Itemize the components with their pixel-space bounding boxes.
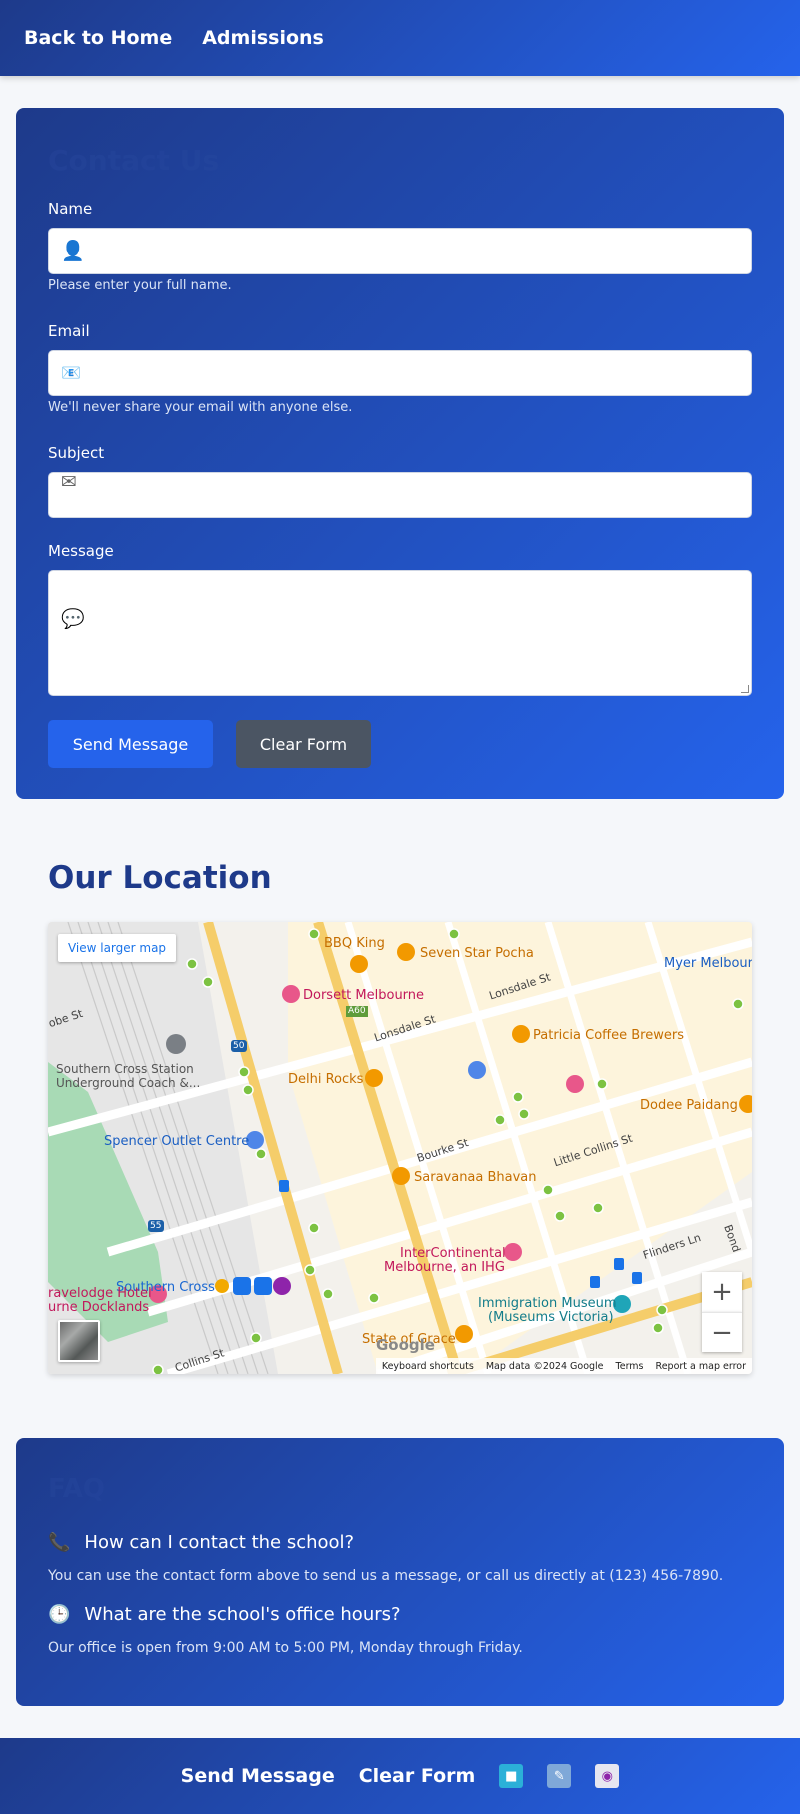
email-help: We'll never share your email with anyone…: [48, 400, 353, 415]
name-input[interactable]: [93, 229, 743, 273]
place-spencer-outlet[interactable]: Spencer Outlet Centre: [104, 1134, 249, 1149]
email-label: Email: [48, 322, 90, 340]
subject-field-wrapper: ✉: [48, 471, 752, 518]
place-immigration-museum-2[interactable]: (Museums Victoria): [488, 1310, 614, 1325]
message-field-wrapper: 💬: [48, 570, 752, 696]
location-map[interactable]: A60 50 55 BBQ King Seven Star Pocha Dors…: [48, 922, 752, 1374]
faq-title: FAQ: [48, 1474, 106, 1504]
subject-label: Subject: [48, 444, 105, 462]
footer-clear-form-link[interactable]: Clear Form: [359, 1765, 476, 1787]
place-intercontinental-1[interactable]: InterContinental: [400, 1246, 506, 1261]
message-label: Message: [48, 542, 114, 560]
clock-icon: 🕒: [48, 1604, 71, 1625]
keyboard-shortcuts-link[interactable]: Keyboard shortcuts: [382, 1361, 474, 1372]
zoom-out-button[interactable]: −: [702, 1312, 742, 1352]
report-error-link[interactable]: Report a map error: [656, 1361, 746, 1372]
faq-answer-1: You can use the contact form above to se…: [48, 1568, 724, 1584]
message-textarea[interactable]: [93, 579, 743, 687]
place-seven-star-pocha[interactable]: Seven Star Pocha: [420, 946, 534, 961]
resize-handle[interactable]: [741, 685, 749, 693]
view-larger-map-button[interactable]: View larger map: [58, 934, 176, 962]
twitter-icon[interactable]: ✎: [547, 1764, 572, 1788]
place-travelodge-2[interactable]: urne Docklands: [48, 1300, 149, 1315]
place-myer[interactable]: Myer Melbourn: [664, 956, 752, 971]
map-attribution: Keyboard shortcuts Map data ©2024 Google…: [375, 1358, 752, 1374]
subject-input[interactable]: [93, 473, 743, 517]
email-field-wrapper: 📧: [48, 350, 752, 396]
name-field-wrapper: 👤: [48, 228, 752, 274]
place-patricia-coffee[interactable]: Patricia Coffee Brewers: [533, 1028, 684, 1043]
map-data-text: Map data ©2024 Google: [485, 1360, 604, 1372]
location-title: Our Location: [48, 860, 272, 896]
person-icon: 👤: [61, 240, 85, 262]
place-southern-cross-coach-1[interactable]: Southern Cross Station: [56, 1062, 194, 1076]
place-bbq-king[interactable]: BBQ King: [324, 936, 385, 951]
place-dodee-paidang[interactable]: Dodee Paidang: [640, 1098, 738, 1113]
zoom-in-button[interactable]: +: [702, 1272, 742, 1312]
footer: Send Message Clear Form ■ ✎ ◉: [0, 1738, 800, 1814]
faq-question-2: 🕒 What are the school's office hours?: [48, 1604, 401, 1625]
nav-link-admissions[interactable]: Admissions: [202, 27, 324, 49]
place-intercontinental-2[interactable]: Melbourne, an IHG: [384, 1260, 505, 1275]
mail-icon: ✉: [61, 471, 77, 493]
faq-question-1-text: How can I contact the school?: [84, 1532, 355, 1553]
faq-card: FAQ 📞 How can I contact the school? You …: [16, 1438, 784, 1706]
satellite-toggle[interactable]: [58, 1320, 100, 1362]
top-nav: Back to Home Admissions: [0, 0, 800, 76]
name-label: Name: [48, 200, 93, 218]
google-logo: Google: [376, 1336, 435, 1354]
place-delhi-rocks[interactable]: Delhi Rocks: [288, 1072, 363, 1087]
clear-form-button[interactable]: Clear Form: [236, 720, 371, 768]
speech-bubble-icon: 💬: [61, 608, 85, 630]
instagram-icon[interactable]: ◉: [595, 1764, 620, 1788]
contact-form-card: Contact Us Name 👤 Please enter your full…: [16, 108, 784, 799]
place-saravanaa-bhavan[interactable]: Saravanaa Bhavan: [414, 1170, 537, 1185]
nav-link-home[interactable]: Back to Home: [24, 27, 172, 49]
route-50: 50: [233, 1041, 245, 1051]
footer-send-message-link[interactable]: Send Message: [181, 1765, 335, 1787]
place-immigration-museum-1[interactable]: Immigration Museum: [478, 1296, 617, 1311]
place-dorsett-melbourne[interactable]: Dorsett Melbourne: [303, 988, 424, 1003]
terms-link[interactable]: Terms: [616, 1361, 644, 1372]
place-travelodge-1[interactable]: ravelodge Hotel: [48, 1286, 152, 1301]
place-southern-cross-coach-2[interactable]: Underground Coach &...: [56, 1076, 200, 1090]
envelope-icon: 📧: [61, 363, 81, 382]
form-title: Contact Us: [48, 144, 220, 177]
phone-icon: 📞: [48, 1532, 71, 1553]
faq-answer-2: Our office is open from 9:00 AM to 5:00 …: [48, 1640, 523, 1656]
facebook-icon[interactable]: ■: [499, 1764, 524, 1788]
route-55: 55: [150, 1221, 162, 1231]
faq-question-1: 📞 How can I contact the school?: [48, 1532, 354, 1553]
route-a60: A60: [348, 1006, 366, 1016]
faq-question-2-text: What are the school's office hours?: [84, 1604, 401, 1625]
name-help: Please enter your full name.: [48, 278, 232, 293]
email-input[interactable]: [93, 351, 743, 395]
send-message-button[interactable]: Send Message: [48, 720, 213, 768]
